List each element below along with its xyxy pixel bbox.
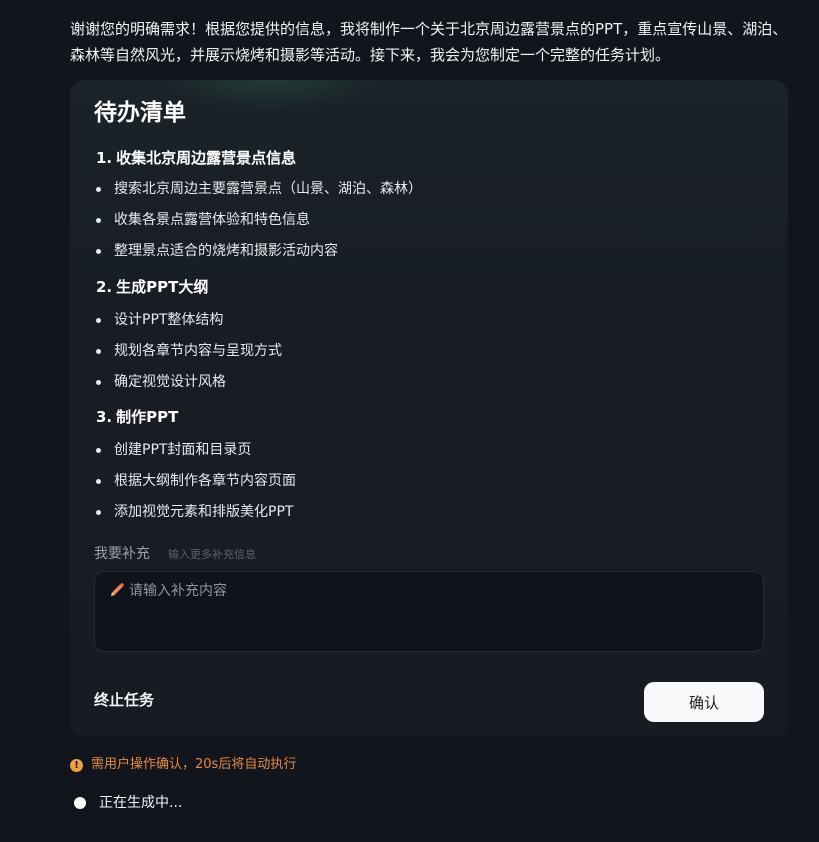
- supplement-input[interactable]: [129, 578, 749, 644]
- task-item-text: 添加视觉元素和排版美化PPT: [114, 504, 294, 520]
- assistant-message: 谢谢您的明确需求！根据您提供的信息，我将制作一个关于北京周边露营景点的PPT，重…: [70, 20, 788, 64]
- task-item: 根据大纲制作各章节内容页面: [96, 471, 296, 491]
- task-item-text: 规划各章节内容与呈现方式: [114, 343, 282, 359]
- section-number: 2.: [96, 278, 113, 296]
- todo-title: 待办清单: [94, 100, 186, 126]
- task-item-text: 整理景点适合的烧烤和摄影活动内容: [114, 243, 338, 259]
- supplement-label: 我要补充: [94, 546, 150, 562]
- warning-icon: !: [70, 758, 83, 772]
- stop-task-button[interactable]: 终止任务: [94, 689, 154, 711]
- generating-status: 正在生成中...: [74, 793, 182, 813]
- task-item: 创建PPT封面和目录页: [96, 440, 251, 460]
- bullet-icon: [96, 248, 101, 254]
- bullet-icon: [96, 447, 101, 453]
- bullet-icon: [96, 186, 101, 192]
- section-heading-2: 2. 生成PPT大纲: [96, 276, 208, 298]
- task-item-text: 创建PPT封面和目录页: [114, 442, 252, 458]
- bullet-icon: [96, 478, 101, 484]
- task-item: 整理景点适合的烧烤和摄影活动内容: [96, 241, 338, 261]
- loading-dot-icon: [74, 797, 86, 809]
- task-item: 规划各章节内容与呈现方式: [96, 341, 282, 361]
- section-heading-1: 1. 收集北京周边露营景点信息: [96, 147, 296, 169]
- section-heading-3: 3. 制作PPT: [96, 406, 178, 428]
- bullet-icon: [96, 317, 101, 323]
- task-item-text: 收集各景点露营体验和特色信息: [114, 212, 310, 228]
- task-item-text: 确定视觉设计风格: [114, 374, 226, 390]
- auto-execute-notice: ! 需用户操作确认，20s后将自动执行: [70, 756, 296, 774]
- task-item-text: 设计PPT整体结构: [114, 312, 224, 328]
- task-item: 确定视觉设计风格: [96, 372, 226, 392]
- todo-card: 待办清单 1. 收集北京周边露营景点信息 搜索北京周边主要露营景点（山景、湖泊、森…: [70, 80, 788, 737]
- pencil-icon: [109, 582, 125, 598]
- task-item: 添加视觉元素和排版美化PPT: [96, 502, 293, 522]
- status-text: 正在生成中...: [99, 795, 183, 811]
- bullet-icon: [96, 379, 101, 385]
- section-number: 1.: [96, 149, 113, 167]
- task-item-text: 根据大纲制作各章节内容页面: [114, 473, 296, 489]
- section-title: 制作PPT: [116, 408, 179, 426]
- section-number: 3.: [96, 408, 113, 426]
- task-item-text: 搜索北京周边主要露营景点（山景、湖泊、森林）: [114, 181, 422, 197]
- bullet-icon: [96, 509, 101, 515]
- bullet-icon: [96, 348, 101, 354]
- task-item: 设计PPT整体结构: [96, 310, 223, 330]
- section-title: 收集北京周边露营景点信息: [116, 149, 297, 167]
- supplement-hint: 输入更多补充信息: [168, 548, 256, 561]
- task-item: 搜索北京周边主要露营景点（山景、湖泊、森林）: [96, 179, 422, 199]
- confirm-button[interactable]: 确认: [644, 682, 764, 722]
- card-glow-decoration: [160, 80, 380, 110]
- task-item: 收集各景点露营体验和特色信息: [96, 210, 310, 230]
- notice-text: 需用户操作确认，20s后将自动执行: [91, 757, 297, 772]
- section-title: 生成PPT大纲: [116, 278, 209, 296]
- bullet-icon: [96, 217, 101, 223]
- supplement-input-box[interactable]: [94, 571, 764, 652]
